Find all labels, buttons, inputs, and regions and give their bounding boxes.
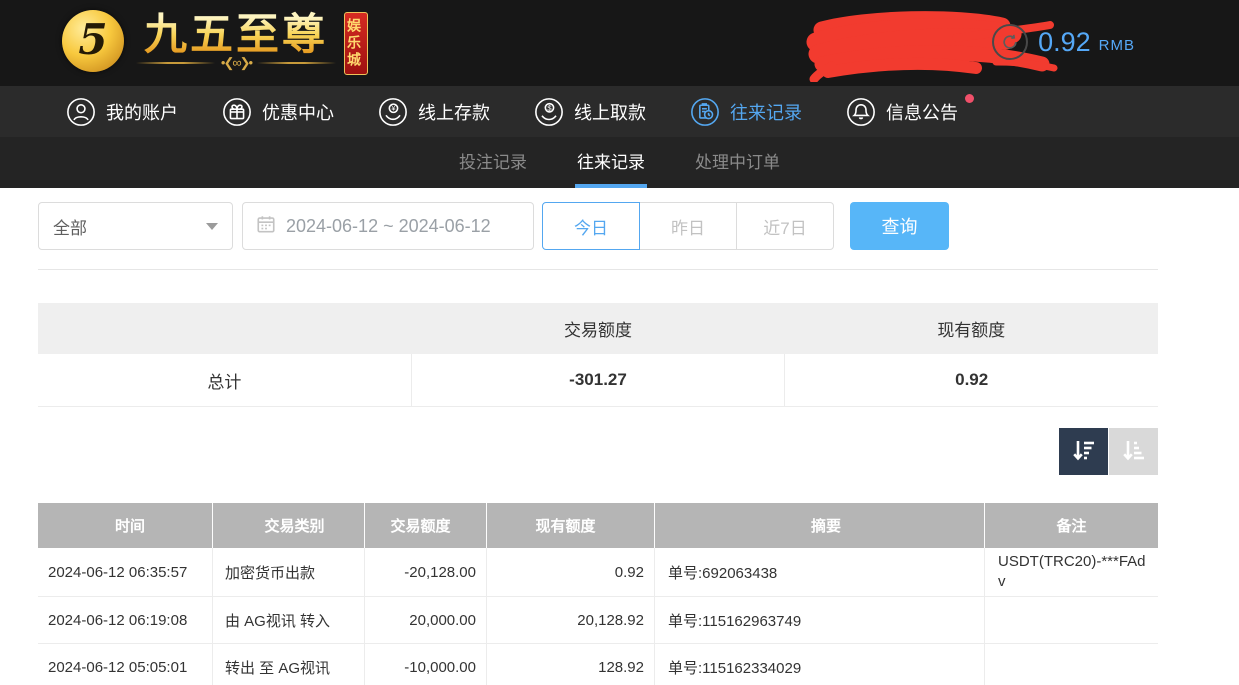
type-select-value: 全部 [53,214,87,239]
balance-currency: RMB [1099,31,1135,54]
cell-time: 2024-06-12 05:05:01 [38,644,213,685]
nav-item-promotions[interactable]: 优惠中心 [222,97,334,127]
notification-dot [965,94,974,103]
site-logo[interactable]: 5 九五至尊 •❮∞❯• 娱乐城 [62,10,368,75]
last-7-days-button[interactable]: 近7日 [736,202,834,250]
main-nav: 我的账户 优惠中心 ¥ 线上存款 [0,86,1239,137]
date-range-input[interactable]: 2024-06-12 ~ 2024-06-12 [242,202,534,250]
user-icon [66,97,96,127]
content: 全部 2024-06-12 ~ 2024-06-12 今日 昨日 [0,202,1239,685]
nav-label: 线上存款 [418,99,490,125]
deposit-icon: ¥ [378,97,408,127]
cell-type: 由 AG视讯 转入 [213,597,365,643]
col-header-type: 交易类别 [213,503,365,548]
tab-transaction-records[interactable]: 往来记录 [575,137,647,188]
cell-remark [985,644,1158,685]
nav-label: 信息公告 [886,99,958,125]
summary-header-current-amount: 现有额度 [785,303,1158,354]
page: 5 九五至尊 •❮∞❯• 娱乐城 [0,0,1239,685]
col-header-summary: 摘要 [655,503,985,548]
sort-ascending-icon [1120,436,1148,467]
cell-balance: 20,128.92 [487,597,655,643]
yesterday-button[interactable]: 昨日 [639,202,737,250]
summary-transaction-amount: -301.27 [411,354,785,406]
nav-label: 我的账户 [106,99,178,125]
type-select[interactable]: 全部 [38,202,233,250]
cell-type: 转出 至 AG视讯 [213,644,365,685]
calendar-icon [256,214,276,239]
cell-remark [985,597,1158,643]
balance-amount: 0.92 [1038,27,1091,58]
tab-betting-records[interactable]: 投注记录 [457,137,529,188]
balance-area: 0.92 RMB [992,24,1135,60]
divider [38,269,1158,270]
top-header: 5 九五至尊 •❮∞❯• 娱乐城 [0,0,1239,86]
cell-time: 2024-06-12 06:35:57 [38,548,213,596]
nav-label: 线上取款 [574,99,646,125]
summary-header-row: 交易额度 现有额度 [38,303,1158,354]
bell-icon [846,97,876,127]
chevron-down-icon [206,223,218,230]
records-icon [690,97,720,127]
cell-balance: 0.92 [487,548,655,596]
cell-time: 2024-06-12 06:19:08 [38,597,213,643]
quick-date-buttons: 今日 昨日 近7日 [542,202,834,250]
summary-current-amount: 0.92 [784,354,1158,406]
nav-item-transaction-records[interactable]: 往来记录 [690,97,802,127]
date-range-value: 2024-06-12 ~ 2024-06-12 [286,216,491,237]
logo-title: 九五至尊 [144,10,328,60]
cell-amount: -10,000.00 [365,644,487,685]
withdraw-icon: $ [534,97,564,127]
gift-icon [222,97,252,127]
cell-summary: 单号:692063438 [655,548,985,596]
sort-descending-button[interactable] [1059,428,1108,475]
table-row: 2024-06-12 06:35:57 加密货币出款 -20,128.00 0.… [38,548,1158,597]
filter-row: 全部 2024-06-12 ~ 2024-06-12 今日 昨日 [38,202,1158,250]
logo-badge: 娱乐城 [344,12,368,75]
summary-table: 交易额度 现有额度 总计 -301.27 0.92 [38,303,1158,407]
nav-item-withdraw[interactable]: $ 线上取款 [534,97,646,127]
sort-descending-icon [1070,436,1098,467]
sub-nav: 投注记录 往来记录 处理中订单 [0,137,1239,188]
nav-item-announcements[interactable]: 信息公告 [846,97,958,127]
refresh-balance-icon[interactable] [992,24,1028,60]
tab-processing-orders[interactable]: 处理中订单 [693,137,782,188]
summary-header-transaction-amount: 交易额度 [411,303,784,354]
col-header-balance: 现有额度 [487,503,655,548]
cell-amount: -20,128.00 [365,548,487,596]
nav-item-deposit[interactable]: ¥ 线上存款 [378,97,490,127]
cell-type: 加密货币出款 [213,548,365,596]
cell-balance: 128.92 [487,644,655,685]
today-button[interactable]: 今日 [542,202,640,250]
records-table: 时间 交易类别 交易额度 现有额度 摘要 备注 2024-06-12 06:35… [38,503,1158,685]
col-header-remark: 备注 [985,503,1158,548]
search-button[interactable]: 查询 [850,202,949,250]
logo-monogram-icon: 5 [62,10,124,72]
table-row: 2024-06-12 05:05:01 转出 至 AG视讯 -10,000.00… [38,644,1158,685]
table-row: 2024-06-12 06:19:08 由 AG视讯 转入 20,000.00 … [38,597,1158,644]
summary-total-label: 总计 [38,354,411,406]
nav-label: 优惠中心 [262,99,334,125]
sort-controls [38,428,1158,475]
sort-ascending-button[interactable] [1109,428,1158,475]
cell-summary: 单号:115162334029 [655,644,985,685]
cell-summary: 单号:115162963749 [655,597,985,643]
summary-total-row: 总计 -301.27 0.92 [38,354,1158,407]
cell-amount: 20,000.00 [365,597,487,643]
logo-monogram: 5 [78,15,107,64]
records-header-row: 时间 交易类别 交易额度 现有额度 摘要 备注 [38,503,1158,548]
logo-flourish: •❮∞❯• [136,58,336,68]
nav-item-my-account[interactable]: 我的账户 [66,97,178,127]
col-header-time: 时间 [38,503,213,548]
cell-remark: USDT(TRC20)-***FAdv [985,548,1158,596]
nav-label: 往来记录 [730,99,802,125]
summary-header-empty [38,303,411,354]
col-header-amount: 交易额度 [365,503,487,548]
